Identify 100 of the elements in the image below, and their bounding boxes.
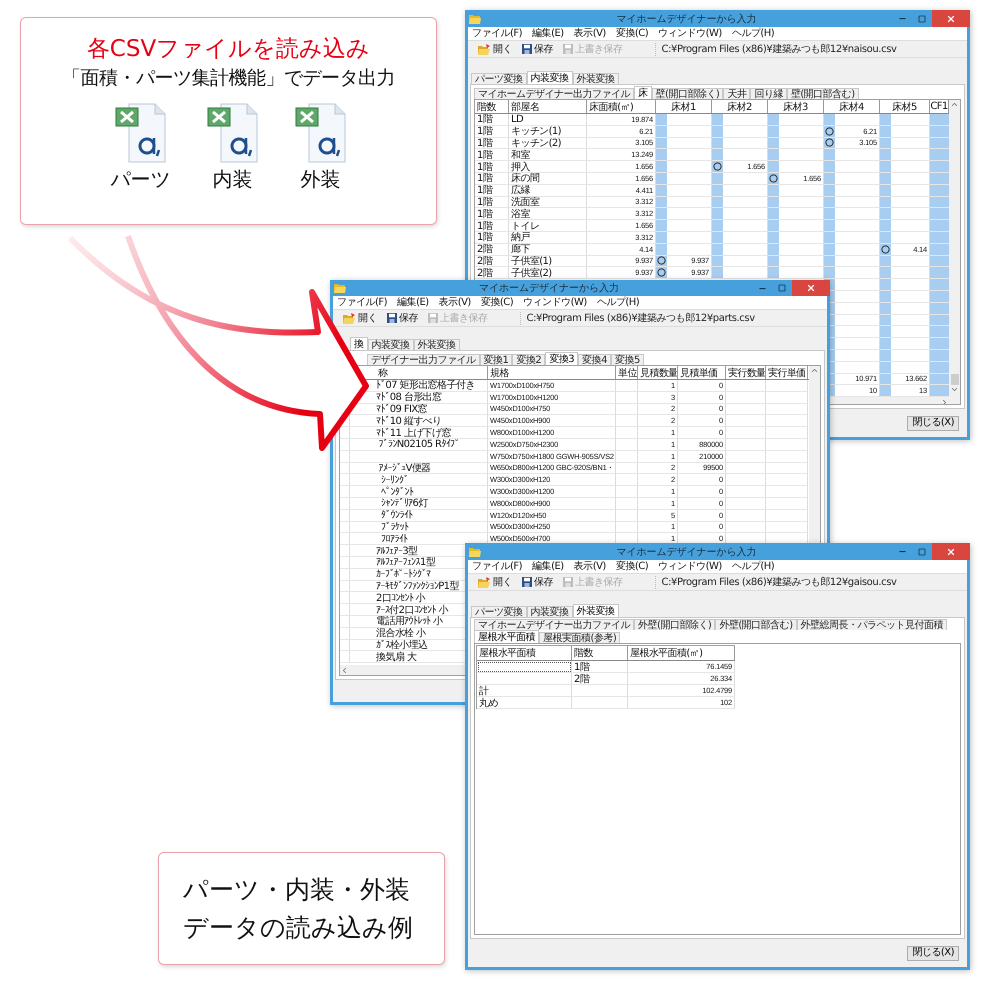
toolbar-button[interactable]: 保存 [520, 575, 555, 589]
tab[interactable]: 回り縁 [750, 88, 787, 99]
tab[interactable]: 変換5 [611, 354, 644, 365]
column-header[interactable]: 階数 [572, 646, 628, 660]
table-cell: 1階 [475, 172, 509, 185]
callout-subtitle: 「面積・パーツ集計機能」でデータ出力 [62, 66, 395, 91]
menu-item[interactable]: ファイル(F) [472, 28, 522, 40]
column-header[interactable]: 階数 [475, 100, 509, 113]
menu-item[interactable]: ウィンドウ(W) [658, 560, 722, 572]
menu-item[interactable]: 表示(V) [438, 296, 471, 308]
table-cell: 2階 [475, 267, 509, 280]
table-cell: ｼｰﾘﾝｸﾞ [350, 474, 488, 486]
tab[interactable]: 壁(開口部除く) [652, 88, 724, 99]
toolbar-button[interactable]: 保存 [520, 42, 555, 56]
table-cell: 2階 [572, 673, 628, 685]
toolbar-button[interactable]: 開く [476, 42, 514, 56]
callout-text: データの読み込み例 [183, 912, 413, 944]
tab[interactable]: パーツ変換 [471, 606, 526, 617]
tab[interactable]: 天井 [723, 88, 750, 99]
table-cell: 1階 [475, 196, 509, 208]
menu-item[interactable]: 変換(C) [616, 28, 648, 40]
tab[interactable]: 外壁総周長・パラペット見付面積 [796, 619, 948, 630]
table-cell: 浴室 [509, 208, 587, 220]
menu-item[interactable]: ヘルプ(H) [732, 28, 774, 40]
tab[interactable]: パーツ変換 [471, 73, 526, 84]
callout-title: 各CSVファイルを読み込み [86, 35, 370, 64]
tab[interactable]: 外壁(開口部除く) [634, 619, 716, 630]
column-header[interactable]: 屋根水平面積(㎡) [628, 646, 735, 660]
close-button[interactable]: 閉じる(X) [907, 416, 959, 430]
file-path: C:¥Program Files (x86)¥建築みつも郎12¥naisou.csv [654, 42, 897, 56]
table-cell: 1階 [475, 232, 509, 244]
menu-item[interactable]: 編集(E) [532, 28, 564, 40]
column-header[interactable]: 床面積(㎡) [587, 100, 656, 113]
menu-item[interactable]: 表示(V) [574, 28, 606, 40]
tab[interactable]: 内装変換 [526, 606, 572, 617]
tab[interactable]: 変換2 [512, 354, 546, 365]
tab[interactable]: 床 [634, 86, 652, 99]
tab[interactable]: 内装変換 [526, 71, 572, 84]
table-cell: キッチン(1) [509, 126, 587, 138]
menu-item[interactable]: ファイル(F) [337, 296, 388, 308]
column-header[interactable]: 実行単価 [766, 366, 808, 379]
tab[interactable]: 壁(開口部含む) [786, 88, 859, 99]
column-header[interactable]: 規格 [488, 366, 616, 379]
column-header[interactable]: CF1 [930, 100, 949, 113]
toolbar-button[interactable]: 保存 [385, 311, 420, 325]
tab[interactable]: 外装変換 [414, 339, 460, 350]
table-cell: ﾀﾞｳﾝﾗｲﾄ [350, 510, 488, 522]
tab[interactable]: 外装変換 [572, 73, 618, 84]
menu-item[interactable]: 表示(V) [574, 560, 606, 572]
column-header[interactable]: 屋根水平面積 [477, 646, 572, 660]
tab[interactable]: 変換4 [578, 354, 611, 365]
callout-text: パーツ・内装・外装 [183, 874, 410, 906]
menu-item[interactable]: ヘルプ(H) [732, 560, 774, 572]
table-cell: ﾍﾟﾝﾀﾞﾝﾄ [350, 486, 488, 498]
menu-item[interactable]: 編集(E) [397, 296, 429, 308]
menu-item[interactable]: 変換(C) [616, 560, 648, 572]
column-header[interactable]: 見積単価 [678, 366, 726, 379]
menu-item[interactable]: ヘルプ(H) [596, 296, 640, 308]
menu-item[interactable]: 変換(C) [480, 296, 514, 308]
table-cell: 1階 [475, 220, 509, 232]
table-cell: ﾌﾞﾗｹｯﾄ [350, 522, 488, 534]
table-cell: 1階 [475, 149, 509, 162]
table-cell: 子供室(2) [509, 267, 587, 280]
table-cell: 2階 [475, 244, 509, 256]
column-header[interactable]: 実行数量 [726, 366, 766, 379]
toolbar-button[interactable]: 開く [341, 311, 379, 325]
tab[interactable]: 変換1 [480, 354, 512, 365]
column-header[interactable]: 見積数量 [638, 366, 678, 379]
tab[interactable]: マイホームデザイナー出力ファイル [474, 619, 634, 630]
table-cell: 1階 [475, 138, 509, 150]
table-cell: 洗面室 [509, 196, 587, 208]
tab[interactable]: 屋根水平面積 [474, 630, 539, 643]
column-header[interactable]: 部屋名 [509, 100, 587, 113]
file-label: 外装 [300, 166, 340, 192]
menu-item[interactable]: 編集(E) [532, 560, 564, 572]
menu-item[interactable]: ウィンドウ(W) [658, 28, 722, 40]
table-cell: トイレ [509, 220, 587, 232]
table-cell: 子供室(1) [509, 256, 587, 268]
file-path: C:¥Program Files (x86)¥建築みつも郎12¥parts.csv [520, 312, 755, 324]
tab[interactable]: 外壁(開口部含む) [715, 619, 797, 630]
table-cell: ｼｬﾝﾃﾞﾘｱ6灯 [350, 498, 488, 510]
table-cell: 1階 [475, 161, 509, 173]
tab[interactable]: マイホームデザイナー出力ファイル [474, 88, 634, 99]
table-cell: 1階 [475, 126, 509, 138]
tab[interactable]: 内装変換 [368, 339, 414, 350]
tab[interactable]: 変換3 [545, 352, 578, 365]
column-header[interactable]: 単位 [616, 366, 638, 379]
table-cell: キッチン(2) [509, 138, 587, 150]
table-cell: 納戸 [509, 232, 587, 244]
window-title: マイホームデザイナーから入力 [478, 282, 620, 295]
window-title: マイホームデザイナーから入力 [616, 546, 758, 558]
close-button[interactable]: 閉じる(X) [907, 946, 959, 960]
menu-item[interactable]: ウィンドウ(W) [523, 296, 587, 308]
table-cell: 1階 [475, 184, 509, 197]
tab[interactable]: 屋根実面積(参考) [539, 632, 620, 643]
tab[interactable]: 外装変換 [572, 604, 618, 617]
tab[interactable]: 換 [350, 337, 368, 350]
table-cell: 2階 [475, 256, 509, 268]
column-header[interactable]: 称 [378, 366, 388, 379]
tab[interactable]: デザイナー出力ファイル [367, 354, 480, 365]
